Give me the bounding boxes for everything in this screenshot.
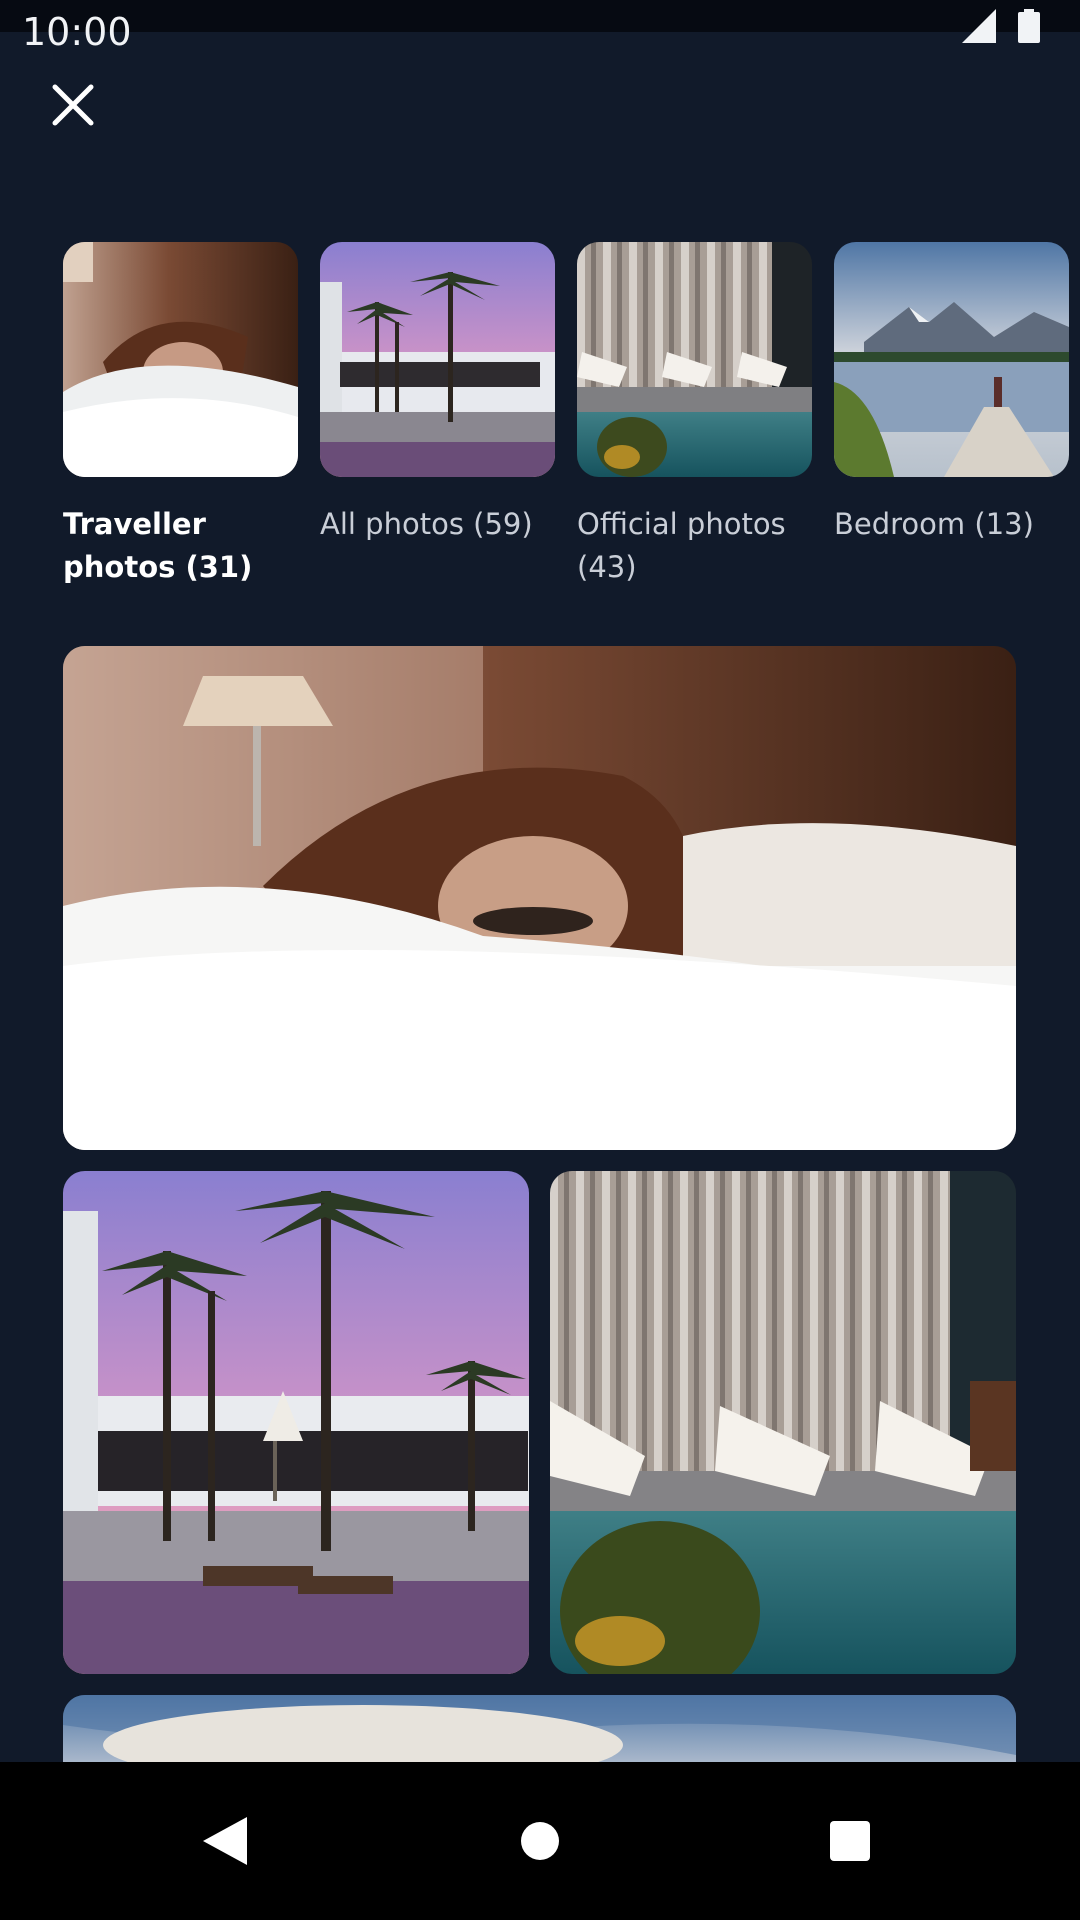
- album-all-photos[interactable]: All photos (59): [320, 242, 555, 602]
- photo-tile[interactable]: [550, 1171, 1016, 1674]
- close-button[interactable]: [40, 72, 106, 138]
- album-label: All photos (59): [320, 507, 533, 541]
- back-icon: [203, 1817, 247, 1865]
- recents-button[interactable]: [815, 1806, 885, 1876]
- home-button[interactable]: [505, 1806, 575, 1876]
- album-label: Official photos (43): [577, 507, 786, 584]
- album-carousel[interactable]: Traveller photos (31) All photos (59) Of…: [63, 242, 1080, 602]
- status-icons: [962, 9, 1040, 48]
- battery-icon: [1018, 9, 1040, 48]
- album-label: Traveller photos (31): [63, 507, 253, 584]
- album-official-photos[interactable]: Official photos (43): [577, 242, 812, 602]
- album-label: Bedroom (13): [834, 507, 1034, 541]
- album-thumbnail[interactable]: [834, 242, 1069, 477]
- status-time: 10:00: [22, 10, 132, 54]
- signal-icon: [962, 9, 996, 48]
- album-thumbnail[interactable]: [577, 242, 812, 477]
- album-traveller-photos[interactable]: Traveller photos (31): [63, 242, 298, 602]
- album-bedroom[interactable]: Bedroom (13): [834, 242, 1069, 602]
- recents-icon: [830, 1821, 870, 1861]
- close-icon: [52, 84, 94, 126]
- photo-tile[interactable]: [63, 646, 1016, 1150]
- system-nav-bar: [0, 1762, 1080, 1920]
- back-button[interactable]: [190, 1806, 260, 1876]
- album-thumbnail[interactable]: [63, 242, 298, 477]
- photo-tile[interactable]: [63, 1171, 529, 1674]
- album-thumbnail[interactable]: [320, 242, 555, 477]
- status-bar: [0, 0, 1080, 32]
- home-icon: [521, 1822, 559, 1860]
